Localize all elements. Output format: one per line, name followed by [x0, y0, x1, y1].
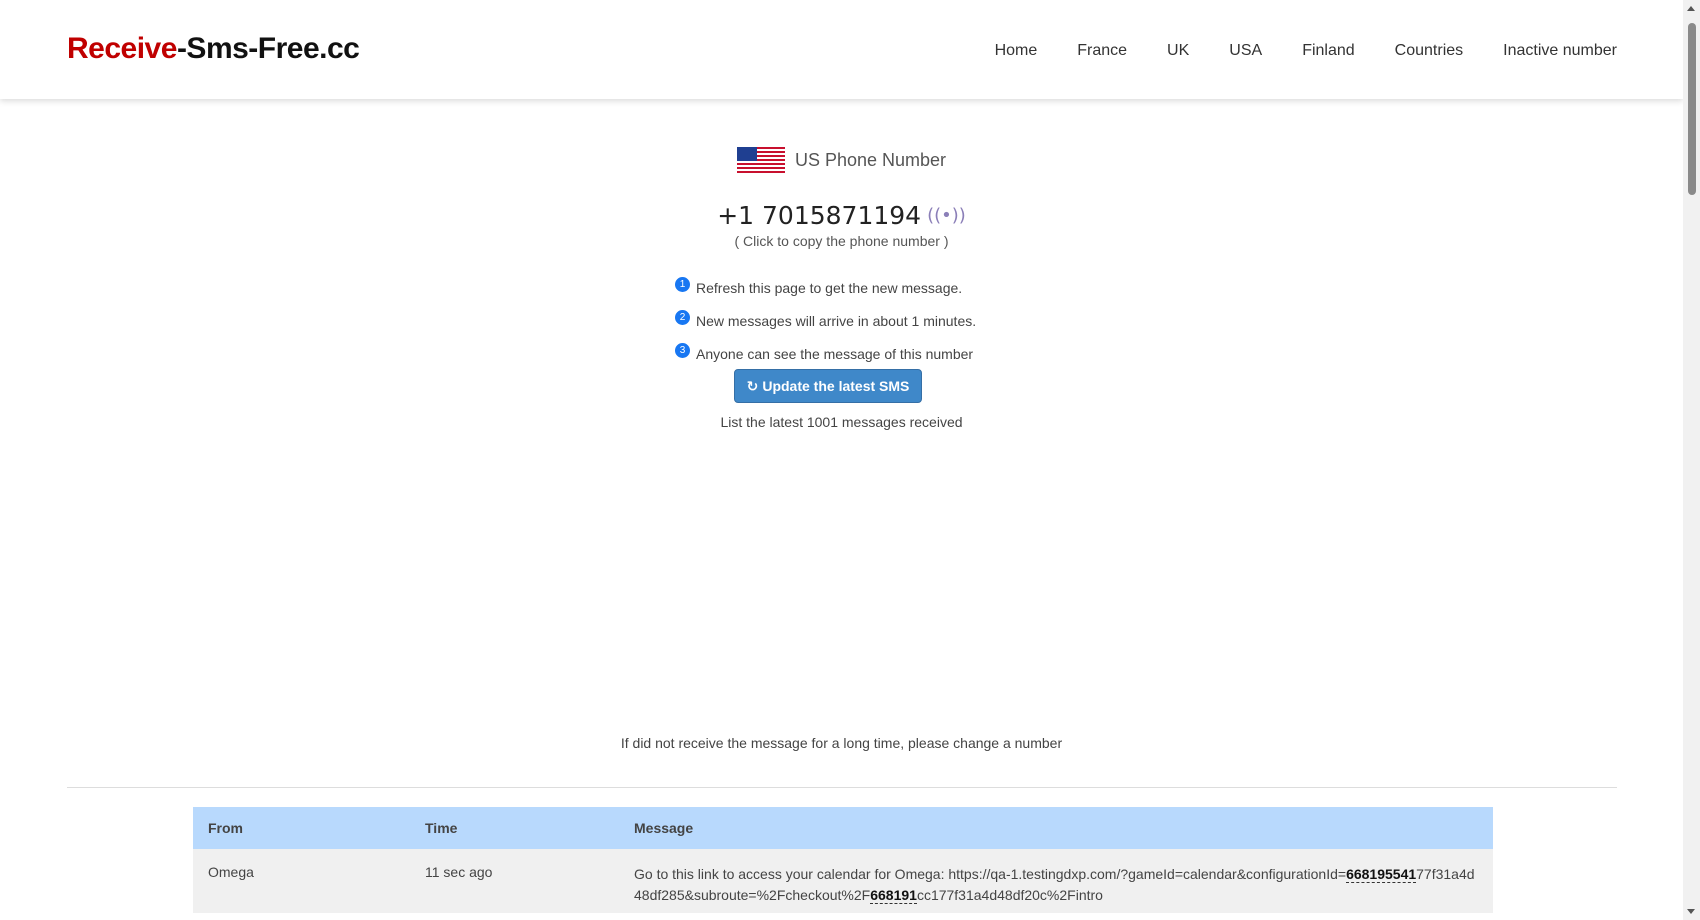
nav-usa[interactable]: USA — [1229, 42, 1262, 60]
nav-finland[interactable]: Finland — [1302, 42, 1354, 60]
step-text: Refresh this page to get the new message… — [696, 279, 963, 296]
verification-code[interactable]: 668195541 — [1346, 866, 1417, 883]
verification-code[interactable]: 668191 — [870, 887, 917, 904]
message-text: Go to this link to access your calendar … — [627, 864, 1493, 913]
page-scrollbar[interactable] — [1683, 0, 1700, 920]
logo-part-dark: -Sms-Free.cc — [176, 32, 360, 65]
scroll-down-icon[interactable] — [1687, 909, 1695, 914]
column-header-time: Time — [425, 820, 458, 836]
table-header: From Time Message — [193, 807, 1493, 849]
nav-france[interactable]: France — [1077, 42, 1127, 60]
logo-part-red: Receive — [67, 32, 177, 65]
page-title: US Phone Number — [794, 149, 947, 170]
nav-uk[interactable]: UK — [1167, 42, 1189, 60]
step-number-badge: 2 — [675, 310, 690, 325]
instruction-step: 1 Refresh this page to get the new messa… — [675, 271, 976, 304]
change-number-note: If did not receive the message for a lon… — [620, 735, 1063, 751]
divider — [67, 787, 1617, 788]
message-text-part: cc177f31a4d48df20c%2Fintro — [916, 887, 1103, 903]
scroll-up-icon[interactable] — [1687, 6, 1695, 11]
copy-hint: ( Click to copy the phone number ) — [734, 233, 949, 249]
nav-inactive-number[interactable]: Inactive number — [1503, 42, 1617, 60]
messages-count-info: List the latest 1001 messages received — [720, 414, 963, 430]
scrollbar-thumb[interactable] — [1688, 23, 1696, 195]
messages-table: From Time Message Omega 11 sec ago Go to… — [193, 807, 1493, 913]
instruction-list: 1 Refresh this page to get the new messa… — [675, 271, 976, 370]
main-nav: Home France UK USA Finland Countries Ina… — [995, 42, 1617, 60]
us-flag-icon — [736, 147, 785, 173]
column-header-message: Message — [634, 819, 694, 836]
page-heading: US Phone Number — [0, 147, 1683, 173]
phone-number[interactable]: +1 7015871194 — [717, 201, 921, 230]
signal-icon: ((•)) — [927, 205, 966, 226]
column-header-from: From — [208, 820, 243, 836]
update-sms-label: Update the latest SMS — [762, 378, 910, 394]
refresh-icon: ↻ — [746, 377, 759, 394]
message-text-part: Go to this link to access your calendar … — [634, 866, 1347, 882]
nav-countries[interactable]: Countries — [1395, 42, 1463, 60]
update-sms-button[interactable]: ↻ Update the latest SMS — [734, 369, 922, 403]
table-row: Omega 11 sec ago Go to this link to acce… — [193, 849, 1493, 913]
site-logo[interactable]: Receive-Sms-Free.cc — [67, 32, 360, 66]
nav-home[interactable]: Home — [995, 42, 1038, 60]
phone-number-row[interactable]: +1 7015871194 ((•)) — [0, 201, 1683, 230]
step-text: Anyone can see the message of this numbe… — [696, 345, 974, 362]
instruction-step: 2 New messages will arrive in about 1 mi… — [675, 304, 976, 337]
message-sender: Omega — [208, 864, 254, 880]
step-text: New messages will arrive in about 1 minu… — [696, 312, 977, 329]
instruction-step: 3 Anyone can see the message of this num… — [675, 337, 976, 370]
step-number-badge: 1 — [675, 277, 690, 292]
message-time: 11 sec ago — [425, 864, 493, 880]
top-navbar: Receive-Sms-Free.cc Home France UK USA F… — [0, 0, 1683, 99]
step-number-badge: 3 — [675, 343, 690, 358]
